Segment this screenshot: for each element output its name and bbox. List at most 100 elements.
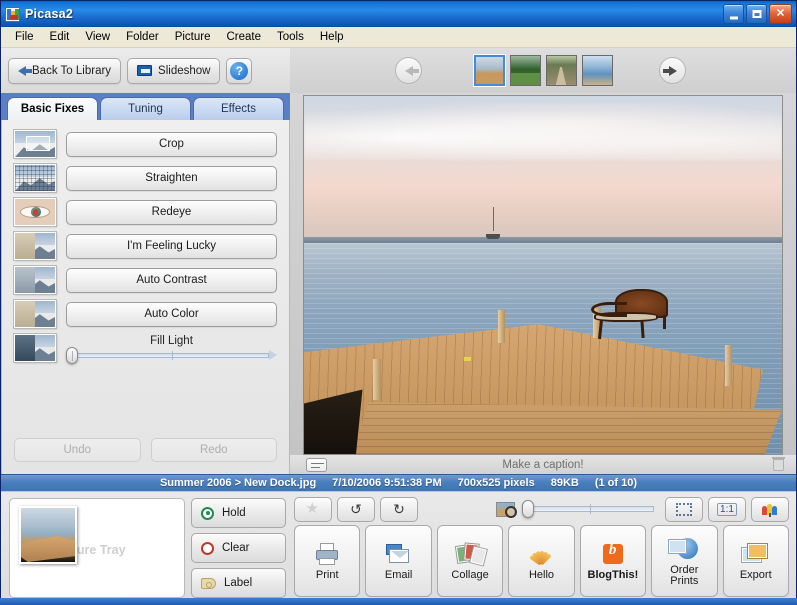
bottom-right: ★ ↺ ↻ 1: [291,492,796,604]
email-label: Email [385,570,413,581]
collage-button[interactable]: Collage [437,525,503,597]
status-position: (1 of 10) [595,477,637,489]
star-button[interactable]: ★ [294,497,332,522]
auto-contrast-thumbnail-icon [14,266,56,294]
collage-label: Collage [451,570,488,581]
undo-button[interactable]: Undo [14,438,141,462]
fill-light-slider-handle[interactable] [66,347,78,364]
picasa-logo-icon [5,7,20,22]
rotate-right-icon: ↻ [393,501,405,518]
menu-item-create[interactable]: Create [218,29,269,45]
slideshow-button[interactable]: Slideshow [127,58,220,84]
feeling-lucky-thumbnail-icon [14,232,56,260]
status-datetime: 7/10/2006 9:51:38 PM [332,477,441,489]
color-umbrella-icon [762,502,779,517]
status-path: Summer 2006 > New Dock.jpg [160,477,316,489]
action-buttons-row: Print Email Collage Hello [291,523,796,604]
fill-light-control: Fill Light [66,335,277,362]
rotate-right-button[interactable]: ↻ [380,497,418,522]
next-image-arrow-icon [669,66,677,76]
clear-label: Clear [222,542,249,554]
windows-taskbar[interactable] [0,598,797,605]
redeye-button[interactable]: Redeye [66,200,277,225]
menu-item-help[interactable]: Help [312,29,352,45]
printer-icon [312,541,342,567]
sailboat [486,207,500,239]
auto-color-button[interactable]: Auto Color [66,302,277,327]
print-button[interactable]: Print [294,525,360,597]
actual-size-label: 1:1 [717,503,737,516]
label-tag-icon [201,578,216,589]
menu-item-view[interactable]: View [77,29,118,45]
tab-basic-fixes[interactable]: Basic Fixes [7,97,98,120]
label-button[interactable]: Label [191,568,286,598]
hello-burst-icon [526,541,556,567]
feeling-lucky-button[interactable]: I'm Feeling Lucky [66,234,277,259]
slideshow-label: Slideshow [158,65,210,77]
caption-text[interactable]: Make a caption! [290,459,796,471]
blogger-icon [598,541,628,567]
order-prints-label: Order Prints [670,565,698,587]
filmstrip-thumb-2[interactable] [546,55,577,86]
picture-tray-box[interactable]: Picture Tray [9,498,185,598]
crop-button[interactable]: Crop [66,132,277,157]
fix-row-feeling-lucky: I'm Feeling Lucky [14,232,277,260]
hold-label: Hold [222,507,246,519]
edit-sidebar: Back To Library Slideshow ? Basic Fixes … [1,48,290,474]
hello-label: Hello [529,570,554,581]
close-button[interactable]: ✕ [769,4,792,24]
straighten-button[interactable]: Straighten [66,166,277,191]
auto-color-thumbnail-icon [14,300,56,328]
filmstrip-thumb-1[interactable] [510,55,541,86]
main-content: Back To Library Slideshow ? Basic Fixes … [1,48,796,474]
tab-effects[interactable]: Effects [193,97,284,120]
fit-to-window-button[interactable] [665,497,703,522]
export-button[interactable]: Export [723,525,789,597]
auto-contrast-button[interactable]: Auto Contrast [66,268,277,293]
help-icon: ? [230,62,248,80]
picture-tray: Picture Tray Hold Clear Label [1,492,291,604]
crop-thumbnail-icon [14,130,56,158]
zoom-slider[interactable] [520,501,660,517]
tab-tuning-label: Tuning [128,103,163,115]
fill-light-slider[interactable] [66,348,277,362]
menu-item-file[interactable]: File [7,29,42,45]
menu-item-picture[interactable]: Picture [167,29,219,45]
blogthis-button[interactable]: BlogThis! [580,525,646,597]
dock [304,279,782,454]
status-filesize: 89KB [551,477,579,489]
filmstrip-thumb-3[interactable] [582,55,613,86]
tray-thumbnail[interactable] [19,506,77,564]
order-prints-button[interactable]: Order Prints [651,525,717,597]
email-button[interactable]: Email [365,525,431,597]
clear-button[interactable]: Clear [191,533,286,563]
zoom-slider-handle[interactable] [522,500,534,518]
fill-light-label: Fill Light [150,335,193,347]
rotate-left-button[interactable]: ↺ [337,497,375,522]
maximize-button[interactable] [746,4,767,24]
edit-tabs: Basic Fixes Tuning Effects [1,93,290,120]
color-picker-button[interactable] [751,497,789,522]
filmstrip-thumb-0[interactable] [474,55,505,86]
caption-bar: Make a caption! [290,455,796,474]
back-to-library-button[interactable]: Back To Library [8,58,121,84]
menu-item-folder[interactable]: Folder [118,29,167,45]
hello-button[interactable]: Hello [508,525,574,597]
fix-row-auto-color: Auto Color [14,300,277,328]
actual-size-button[interactable]: 1:1 [708,497,746,522]
help-button[interactable]: ? [226,58,252,84]
menu-item-edit[interactable]: Edit [42,29,78,45]
picasa-window: Picasa2 ✕ File Edit View Folder Picture … [0,0,797,598]
hold-button[interactable]: Hold [191,498,286,528]
slideshow-icon [137,65,152,76]
main-photo[interactable] [303,95,783,455]
trash-icon[interactable] [773,459,784,471]
minimize-button[interactable] [723,4,744,24]
fix-row-straighten: Straighten [14,164,277,192]
next-image-button[interactable] [659,57,686,84]
redo-button[interactable]: Redo [151,438,278,462]
tab-tuning[interactable]: Tuning [100,97,191,120]
window-controls: ✕ [723,4,794,24]
previous-image-button[interactable] [395,57,422,84]
menu-item-tools[interactable]: Tools [269,29,312,45]
